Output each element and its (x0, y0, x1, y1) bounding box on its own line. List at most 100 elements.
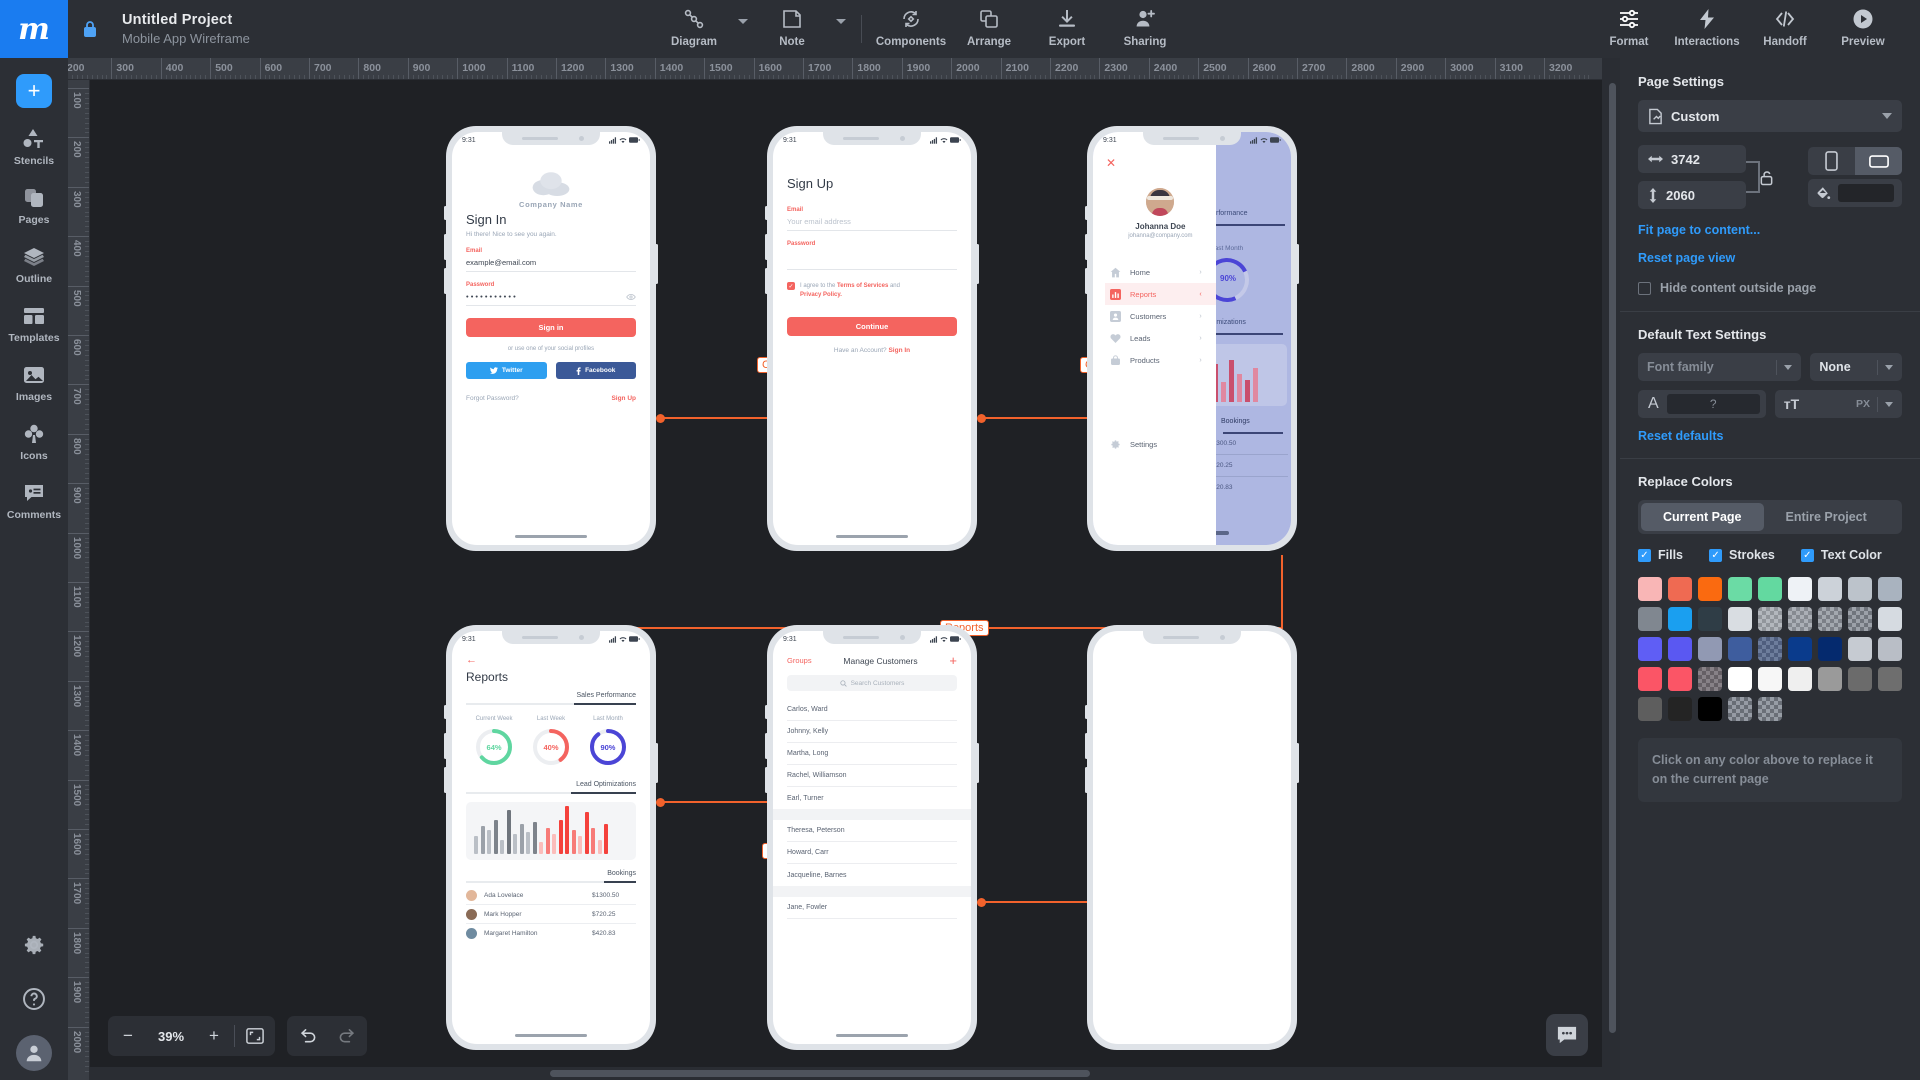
toolbar-arrange[interactable]: Arrange (950, 0, 1028, 58)
user-avatar-button[interactable] (0, 1026, 68, 1080)
customer-row[interactable]: Jane, Fowler (787, 897, 957, 919)
color-swatch[interactable] (1848, 667, 1872, 691)
signin-submit-button[interactable]: Sign in (466, 318, 636, 337)
color-swatch[interactable] (1788, 577, 1812, 601)
app-logo[interactable]: m (0, 0, 68, 58)
orientation-portrait-button[interactable] (1808, 147, 1855, 175)
twitter-button[interactable]: Twitter (466, 362, 547, 379)
strokes-checkbox[interactable]: ✓ (1709, 548, 1723, 562)
color-swatch[interactable] (1878, 607, 1902, 631)
toolbar-diagram[interactable]: Diagram (655, 0, 733, 58)
page-fill-swatch[interactable] (1838, 184, 1894, 202)
screen-signin[interactable]: 9:31 Company Name Sign In Hi there! Nice… (444, 126, 658, 551)
toolbar-sharing[interactable]: Sharing (1106, 0, 1184, 58)
color-swatch[interactable] (1668, 637, 1692, 661)
toolbar-components[interactable]: Components (872, 0, 950, 58)
page-preset-select[interactable]: Custom (1638, 100, 1902, 132)
color-swatch[interactable] (1668, 697, 1692, 721)
customer-row[interactable]: Jacqueline, Barnes (787, 864, 957, 886)
customer-row[interactable]: Carlos, Ward (787, 699, 957, 721)
zoom-in-button[interactable]: + (194, 1016, 234, 1056)
color-swatch[interactable] (1878, 637, 1902, 661)
hide-content-checkbox[interactable] (1638, 281, 1651, 295)
color-swatch[interactable] (1758, 607, 1782, 631)
screen-signup[interactable]: 9:31 Sign Up Email Your email address Pa… (765, 126, 979, 551)
tab-sales-performance[interactable]: Sales Performance (466, 692, 636, 699)
rail-item-stencils[interactable]: Stencils (0, 126, 68, 167)
customer-row[interactable]: Rachel, Williamson (787, 765, 957, 787)
rail-item-outline[interactable]: Outline (0, 244, 68, 285)
drawer-item-home[interactable]: Home › (1105, 261, 1216, 283)
filter-strokes[interactable]: ✓ Strokes (1709, 548, 1775, 562)
tab-lead-optimizations[interactable]: Lead Optimizations (466, 781, 636, 788)
filter-fills[interactable]: ✓ Fills (1638, 548, 1683, 562)
text-color-value[interactable]: ? (1666, 394, 1760, 414)
undo-button[interactable] (287, 1016, 327, 1056)
scrollbar-thumb[interactable] (550, 1070, 1090, 1077)
font-family-select[interactable]: Font family (1638, 353, 1802, 381)
note-caret-icon[interactable] (831, 0, 851, 58)
drawer-item-reports[interactable]: Reports ‹ (1105, 283, 1216, 305)
color-swatch[interactable] (1638, 607, 1662, 631)
color-swatch[interactable] (1848, 607, 1872, 631)
scrollbar-thumb[interactable] (1609, 83, 1616, 1033)
screen-reports[interactable]: 9:31 ← Reports Sales Performance Current… (444, 625, 658, 1050)
page-fill-row[interactable] (1808, 179, 1902, 207)
reset-page-view-link[interactable]: Reset page view (1638, 251, 1902, 265)
booking-row[interactable]: Mark Hopper $720.25 (466, 905, 636, 924)
color-swatch[interactable] (1758, 637, 1782, 661)
color-swatch[interactable] (1788, 667, 1812, 691)
color-swatch[interactable] (1698, 667, 1722, 691)
drawer-item-products[interactable]: Products › (1105, 349, 1216, 371)
color-swatch[interactable] (1698, 637, 1722, 661)
tab-bookings[interactable]: Bookings (466, 870, 636, 877)
color-swatch[interactable] (1818, 637, 1842, 661)
toolbar-note[interactable]: Note (753, 0, 831, 58)
fit-page-to-content-link[interactable]: Fit page to content... (1638, 223, 1902, 237)
rail-item-comments[interactable]: Comments (0, 480, 68, 521)
color-swatch[interactable] (1638, 577, 1662, 601)
font-weight-select[interactable]: None (1810, 353, 1902, 381)
terms-of-services-link[interactable]: Terms of Services (837, 283, 888, 289)
orientation-landscape-button[interactable] (1855, 147, 1902, 175)
chat-button[interactable] (1546, 1014, 1588, 1056)
color-swatch[interactable] (1758, 577, 1782, 601)
color-swatch[interactable] (1848, 577, 1872, 601)
canvas-scrollbar-vertical[interactable] (1606, 80, 1619, 1080)
lock-icon[interactable] (68, 0, 112, 58)
hide-content-row[interactable]: Hide content outside page (1638, 281, 1902, 295)
color-swatch[interactable] (1818, 577, 1842, 601)
settings-button[interactable] (0, 918, 68, 972)
toolbar-format[interactable]: Format (1590, 0, 1668, 58)
email-field[interactable]: example@email.com (466, 258, 636, 267)
privacy-policy-link[interactable]: Privacy Policy. (800, 292, 842, 298)
drawer-item-leads[interactable]: Leads › (1105, 327, 1216, 349)
signin-link[interactable]: Sign In (888, 347, 910, 354)
screen-blank[interactable] (1085, 625, 1299, 1050)
color-swatch[interactable] (1698, 697, 1722, 721)
rail-item-pages[interactable]: Pages (0, 185, 68, 226)
toolbar-handoff[interactable]: Handoff (1746, 0, 1824, 58)
add-button[interactable]: + (16, 74, 52, 108)
screen-drawer[interactable]: Sales Performance Last Month 90% Lead Op… (1085, 126, 1299, 551)
color-swatch[interactable] (1638, 697, 1662, 721)
customer-row[interactable]: Martha, Long (787, 743, 957, 765)
redo-button[interactable] (327, 1016, 367, 1056)
color-swatch[interactable] (1788, 607, 1812, 631)
color-swatch[interactable] (1788, 637, 1812, 661)
color-swatch[interactable] (1818, 607, 1842, 631)
color-swatch[interactable] (1728, 697, 1752, 721)
color-swatch[interactable] (1878, 577, 1902, 601)
toolbar-interactions[interactable]: Interactions (1668, 0, 1746, 58)
zoom-out-button[interactable]: − (108, 1016, 148, 1056)
fit-to-screen-button[interactable] (235, 1016, 275, 1056)
color-swatch[interactable] (1728, 577, 1752, 601)
add-customer-button[interactable]: + (949, 654, 957, 667)
password-field[interactable] (787, 251, 957, 260)
page-height-field[interactable]: 2060 (1638, 181, 1746, 209)
customer-row[interactable]: Howard, Carr (787, 842, 957, 864)
forgot-password-link[interactable]: Forgot Password? (466, 395, 519, 402)
color-swatch[interactable] (1818, 667, 1842, 691)
customer-row[interactable]: Theresa, Peterson (787, 820, 957, 842)
text-color-field[interactable]: A ? (1638, 390, 1766, 418)
